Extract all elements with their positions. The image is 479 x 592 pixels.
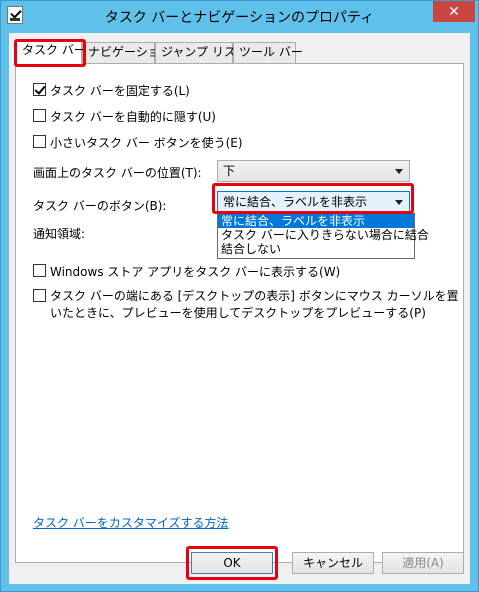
peek-label: タスク バーの端にある [デスクトップの表示] ボタンにマウス カーソルを置いた… — [50, 289, 459, 320]
tab-toolbars[interactable]: ツール バー — [233, 42, 303, 63]
location-label: 画面上のタスク バーの位置(T): — [33, 166, 202, 180]
notification-area-label: 通知領域: — [33, 227, 86, 241]
store-apps-checkbox[interactable] — [33, 264, 46, 277]
tab-jump-list[interactable]: ジャンプ リスト — [155, 42, 248, 63]
apply-button[interactable]: 適用(A) — [382, 552, 464, 574]
lock-taskbar-label: タスク バーを固定する(L) — [50, 84, 190, 98]
peek-checkbox[interactable] — [33, 289, 46, 302]
properties-window: タスク バーとナビゲーションのプロパティ ✕ タスク バー ナビゲーション ジャ… — [0, 0, 479, 592]
title-bar[interactable]: タスク バーとナビゲーションのプロパティ ✕ — [1, 1, 478, 33]
small-buttons-checkbox[interactable] — [33, 135, 46, 148]
chevron-down-icon — [395, 169, 403, 174]
ok-highlight-box — [186, 546, 278, 580]
tab-navigation[interactable]: ナビゲーション — [82, 42, 172, 63]
close-button[interactable]: ✕ — [433, 1, 475, 22]
tab-highlight-box — [14, 39, 86, 67]
dropdown-option[interactable]: タスク バーに入りきらない場合に結合 — [218, 228, 429, 242]
location-select[interactable]: 下 — [217, 160, 410, 182]
location-select-value: 下 — [223, 164, 236, 178]
dialog-body: タスク バー ナビゲーション ジャンプ リスト ツール バー タスク バーを固定… — [9, 33, 470, 584]
autohide-label: タスク バーを自動的に隠す(U) — [50, 110, 216, 124]
lock-taskbar-checkbox[interactable] — [33, 83, 46, 96]
taskbar-buttons-dropdown-list: 常に結合、ラベルを非表示 タスク バーに入りきらない場合に結合 結合しない — [217, 213, 429, 259]
autohide-option[interactable]: タスク バーを自動的に隠す(U) — [33, 108, 216, 125]
small-buttons-label: 小さいタスク バー ボタンを使う(E) — [50, 136, 243, 150]
dropdown-option[interactable]: 常に結合、ラベルを非表示 — [218, 214, 414, 228]
store-apps-option[interactable]: Windows ストア アプリをタスク バーに表示する(W) — [33, 263, 340, 280]
tab-panel: タスク バーを固定する(L) タスク バーを自動的に隠す(U) 小さいタスク バ… — [15, 63, 464, 563]
taskbar-buttons-label: タスク バーのボタン(B): — [33, 199, 167, 213]
cancel-button[interactable]: キャンセル — [292, 552, 374, 574]
dropdown-option[interactable]: 結合しない — [218, 242, 414, 256]
lock-taskbar-option[interactable]: タスク バーを固定する(L) — [33, 82, 190, 99]
window-title: タスク バーとナビゲーションのプロパティ — [104, 10, 375, 26]
store-apps-label: Windows ストア アプリをタスク バーに表示する(W) — [50, 265, 341, 279]
peek-option[interactable]: タスク バーの端にある [デスクトップの表示] ボタンにマウス カーソルを置いた… — [33, 288, 468, 322]
select-highlight-box — [212, 183, 414, 214]
customize-taskbar-link[interactable]: タスク バーをカスタマイズする方法 — [33, 514, 228, 531]
small-buttons-option[interactable]: 小さいタスク バー ボタンを使う(E) — [33, 134, 243, 151]
autohide-checkbox[interactable] — [33, 109, 46, 122]
